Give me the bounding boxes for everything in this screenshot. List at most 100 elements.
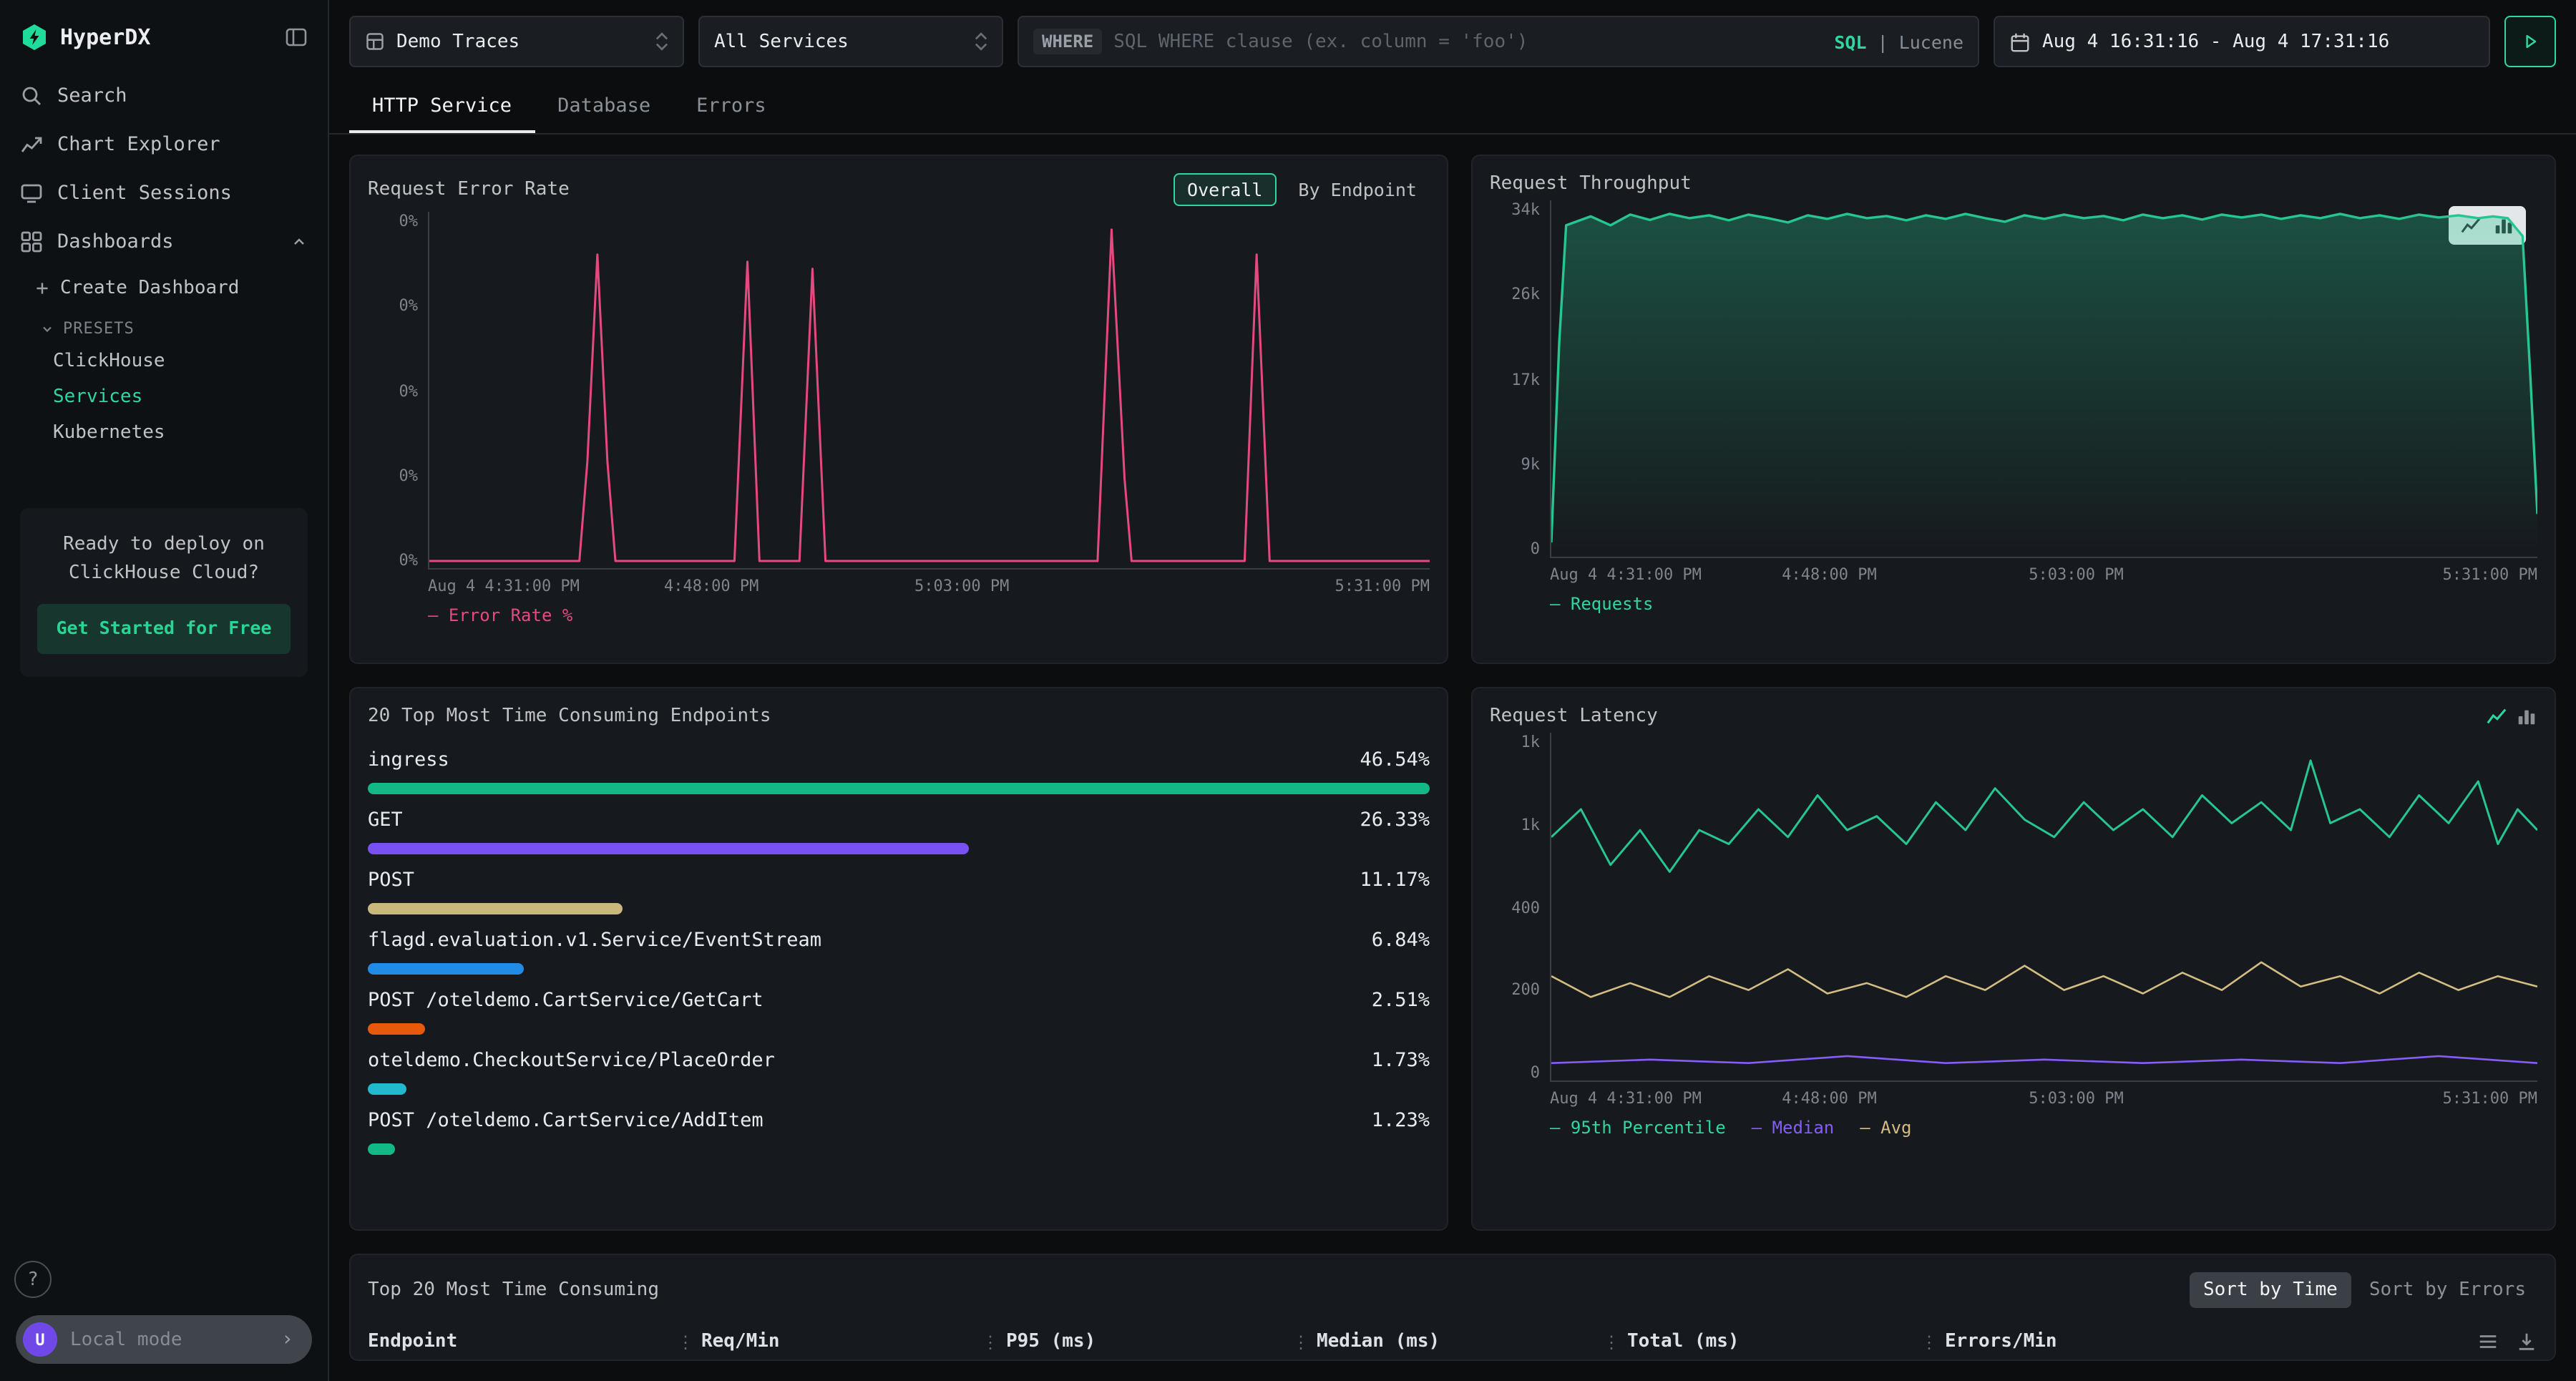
endpoint-row[interactable]: ingress46.54%: [368, 738, 1430, 799]
clickhouse-cloud-promo: Ready to deploy on ClickHouse Cloud? Get…: [20, 508, 308, 677]
chart-plot-area[interactable]: [1550, 200, 2537, 558]
help-button[interactable]: ?: [14, 1261, 52, 1298]
plus-icon: [34, 280, 50, 296]
local-mode-label: Local mode: [70, 1329, 268, 1350]
y-axis-tick: 400: [1511, 898, 1540, 917]
sort-by-time-button[interactable]: Sort by Time: [2189, 1272, 2352, 1308]
tab-database[interactable]: Database: [535, 79, 673, 133]
sort-by-errors-button[interactable]: Sort by Errors: [2358, 1272, 2537, 1308]
promo-line1: Ready to deploy on: [34, 531, 293, 559]
endpoint-row[interactable]: oteldemo.CheckoutService/PlaceOrder1.73%: [368, 1039, 1430, 1099]
sidebar-item-search[interactable]: Search: [0, 72, 328, 120]
logo-row: HyperDX: [0, 0, 328, 72]
chart-legend: — Error Rate %: [428, 595, 1430, 630]
table-column-header[interactable]: ⋮Req/Min: [677, 1331, 982, 1352]
promo-line2: ClickHouse Cloud?: [34, 559, 293, 587]
service-select[interactable]: All Services: [698, 16, 1003, 67]
table-column-header[interactable]: ⋮Total (ms): [1603, 1331, 1921, 1352]
tab-http-service[interactable]: HTTP Service: [349, 79, 535, 133]
endpoint-row[interactable]: POST /oteldemo.CartService/GetCart2.51%: [368, 979, 1430, 1039]
overall-toggle-button[interactable]: Overall: [1173, 173, 1277, 206]
source-select[interactable]: Demo Traces: [349, 16, 684, 67]
sidebar-item-chart-explorer[interactable]: Chart Explorer: [0, 120, 328, 169]
y-axis-tick: 1k: [1521, 733, 1541, 751]
column-label: Median (ms): [1317, 1331, 1440, 1352]
y-axis-tick: 17k: [1511, 370, 1540, 389]
legend-item: — Avg: [1860, 1118, 1911, 1138]
table-header-row: Endpoint⋮Req/Min⋮P95 (ms)⋮Median (ms)⋮To…: [368, 1314, 2537, 1361]
x-axis-tick: Aug 4 4:31:00 PM: [428, 577, 580, 595]
legend-item: — 95th Percentile: [1550, 1118, 1726, 1138]
table-column-header[interactable]: ⋮P95 (ms): [982, 1331, 1292, 1352]
table-column-header[interactable]: ⋮ Median (ms): [1292, 1331, 1603, 1352]
sort-icon: ⋮: [1292, 1332, 1309, 1352]
endpoint-bar: [368, 963, 524, 975]
query-language-toggle[interactable]: SQL | Lucene: [1834, 31, 1963, 52]
table-icon: [365, 31, 385, 52]
chart-plot-area[interactable]: [1550, 733, 2537, 1082]
sidebar-preset-clickhouse[interactable]: ClickHouse: [0, 343, 328, 379]
service-tabs: HTTP Service Database Errors: [329, 79, 2576, 135]
columns-icon[interactable]: [2477, 1331, 2499, 1352]
run-query-button[interactable]: [2504, 16, 2556, 67]
y-axis-tick: 34k: [1511, 200, 1540, 219]
sidebar-preset-kubernetes[interactable]: Kubernetes: [0, 415, 328, 451]
sort-icon: ⋮: [1603, 1332, 1620, 1352]
latency-chart: 1k1k4002000 Aug 4 4:31:00 PM4:48:00 PM5:…: [1490, 733, 2537, 1142]
x-axis-tick: 5:03:00 PM: [914, 577, 1009, 595]
hyperdx-logo: [20, 23, 49, 52]
endpoint-row[interactable]: POST /oteldemo.CartService/AddItem1.23%: [368, 1099, 1430, 1159]
topbar: Demo Traces All Services WHERE SQL | Luc…: [329, 0, 2576, 79]
sort-icon: ⋮: [1921, 1332, 1938, 1352]
card-title: 20 Top Most Time Consuming Endpoints: [368, 706, 771, 727]
endpoint-line: ingress46.54%: [368, 748, 1430, 771]
chart-explorer-icon: [20, 133, 43, 156]
date-range-value: Aug 4 16:31:16 - Aug 4 17:31:16: [2042, 31, 2389, 52]
chevron-right-icon: ›: [281, 1328, 293, 1351]
line-chart-icon[interactable]: [2486, 706, 2507, 727]
local-mode-pill[interactable]: U Local mode ›: [16, 1315, 312, 1364]
x-axis: Aug 4 4:31:00 PM4:48:00 PM5:03:00 PM5:31…: [1550, 1082, 2537, 1108]
sidebar-item-client-sessions[interactable]: Client Sessions: [0, 169, 328, 218]
endpoint-line: POST11.17%: [368, 869, 1430, 892]
calendar-icon: [2009, 31, 2031, 52]
date-range-picker[interactable]: Aug 4 16:31:16 - Aug 4 17:31:16: [1994, 16, 2490, 67]
bar-chart-icon[interactable]: [2516, 706, 2537, 727]
tab-errors[interactable]: Errors: [673, 79, 789, 133]
endpoint-bar: [368, 1083, 407, 1095]
endpoint-row[interactable]: GET26.33%: [368, 799, 1430, 859]
user-avatar[interactable]: U: [23, 1322, 57, 1357]
sql-where-input[interactable]: [1113, 31, 1823, 52]
chart-plot-area[interactable]: [428, 212, 1430, 570]
endpoint-row[interactable]: flagd.evaluation.v1.Service/EventStream6…: [368, 919, 1430, 979]
sidebar: HyperDX Search Chart Explorer Client Ses…: [0, 0, 329, 1381]
where-chip: WHERE: [1033, 29, 1102, 54]
create-dashboard-label: Create Dashboard: [60, 278, 239, 299]
create-dashboard-button[interactable]: Create Dashboard: [0, 266, 328, 308]
x-axis-tick: 5:03:00 PM: [2029, 1089, 2123, 1108]
y-axis-tick: 0%: [399, 467, 419, 485]
x-axis-tick: 5:31:00 PM: [1335, 577, 1430, 595]
presets-toggle[interactable]: PRESETS: [0, 308, 328, 343]
endpoint-value: 11.17%: [1360, 869, 1430, 892]
endpoint-row[interactable]: POST11.17%: [368, 859, 1430, 919]
y-axis-tick: 0%: [399, 212, 419, 230]
sidebar-preset-services[interactable]: Services: [0, 379, 328, 415]
x-axis-tick: 5:03:00 PM: [2029, 565, 2123, 584]
download-icon[interactable]: [2516, 1331, 2537, 1352]
get-started-button[interactable]: Get Started for Free: [37, 604, 290, 654]
endpoint-value: 46.54%: [1360, 748, 1430, 771]
endpoint-line: POST /oteldemo.CartService/GetCart2.51%: [368, 989, 1430, 1012]
by-endpoint-toggle-button[interactable]: By Endpoint: [1285, 175, 1430, 205]
table-column-header[interactable]: Endpoint: [368, 1331, 677, 1352]
sidebar-item-dashboards[interactable]: Dashboards: [0, 218, 328, 266]
sql-mode-label: SQL: [1834, 31, 1866, 52]
table-column-header[interactable]: ⋮Errors/Min: [1921, 1331, 2477, 1352]
y-axis-tick: 0: [1531, 540, 1540, 558]
request-throughput-card: Request Throughput 34k26k17k9k0 Aug 4 4:…: [1471, 155, 2556, 664]
sidebar-collapse-icon[interactable]: [285, 26, 308, 49]
endpoint-bar: [368, 783, 1430, 794]
chevron-down-icon: [40, 321, 54, 336]
request-latency-card: Request Latency 1k1k4002000 Aug 4 4:31:0…: [1471, 687, 2556, 1231]
y-axis: 0%0%0%0%0%: [368, 212, 428, 570]
